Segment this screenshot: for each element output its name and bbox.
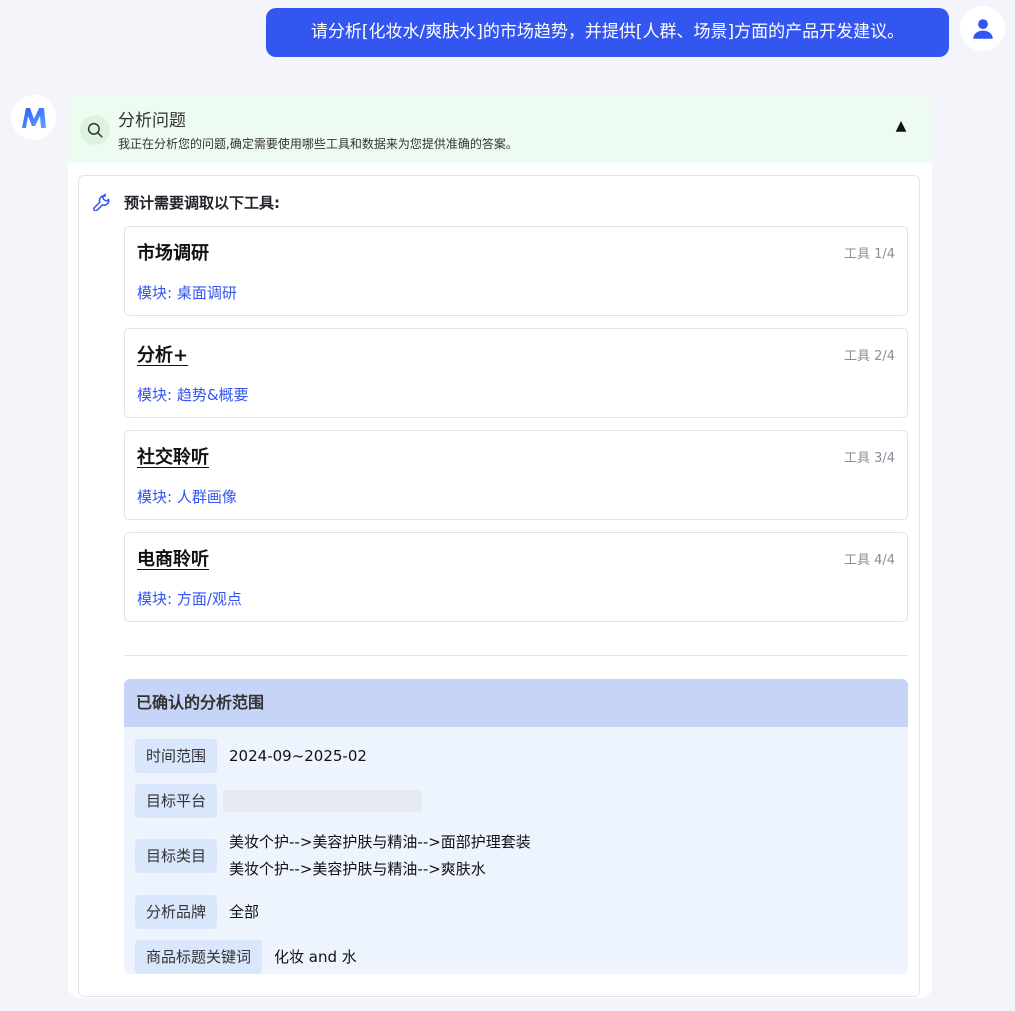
tool-list: 市场调研 工具 1/4 模块: 桌面调研 分析+ 工具 2/4 模块: 趋势&概… bbox=[124, 226, 908, 634]
tool-name[interactable]: 分析+ bbox=[137, 341, 188, 367]
bot-avatar bbox=[11, 95, 56, 140]
tools-heading: 预计需要调取以下工具: bbox=[124, 194, 280, 212]
user-message-bubble: 请分析[化妆水/爽肤水]的市场趋势，并提供[人群、场景]方面的产品开发建议。 bbox=[266, 8, 949, 57]
scope-row-time: 时间范围 2024-09~2025-02 bbox=[135, 739, 367, 773]
analysis-scope: 已确认的分析范围 时间范围 2024-09~2025-02 目标平台 目标类目 … bbox=[124, 679, 908, 974]
category-path: 美妆个护-->美容护肤与精油-->面部护理套装 bbox=[229, 833, 531, 851]
tool-index: 工具 4/4 bbox=[843, 553, 895, 568]
scope-label: 目标平台 bbox=[135, 784, 218, 818]
platform-value-placeholder bbox=[223, 790, 423, 812]
caret-up-icon: ▲ bbox=[895, 118, 907, 134]
scope-label: 时间范围 bbox=[135, 739, 218, 773]
tool-card[interactable]: 电商聆听 工具 4/4 模块: 方面/观点 bbox=[124, 532, 908, 622]
scope-value: 化妆 and 水 bbox=[274, 947, 357, 966]
scope-row-category: 目标类目 美妆个护-->美容护肤与精油-->面部护理套装 美妆个护-->美容护肤… bbox=[135, 829, 531, 883]
user-avatar[interactable] bbox=[960, 6, 1005, 51]
tool-module: 模块: 人群画像 bbox=[137, 488, 237, 506]
divider bbox=[124, 655, 908, 656]
scope-value: 全部 bbox=[229, 902, 260, 921]
scope-label: 目标类目 bbox=[135, 839, 218, 873]
scope-value: 2024-09~2025-02 bbox=[229, 746, 367, 765]
analysis-header: 分析问题 我正在分析您的问题,确定需要使用哪些工具和数据来为您提供准确的答案。 … bbox=[68, 95, 932, 163]
scope-title: 已确认的分析范围 bbox=[124, 679, 908, 727]
scope-row-brand: 分析品牌 全部 bbox=[135, 895, 259, 929]
analysis-card: 分析问题 我正在分析您的问题,确定需要使用哪些工具和数据来为您提供准确的答案。 … bbox=[68, 95, 932, 998]
tool-module: 模块: 方面/观点 bbox=[137, 590, 242, 608]
tool-index: 工具 3/4 bbox=[843, 451, 895, 466]
scope-value-list: 美妆个护-->美容护肤与精油-->面部护理套装 美妆个护-->美容护肤与精油--… bbox=[229, 829, 531, 883]
analysis-title: 分析问题 bbox=[118, 111, 186, 131]
tool-card[interactable]: 社交聆听 工具 3/4 模块: 人群画像 bbox=[124, 430, 908, 520]
scope-label: 商品标题关键词 bbox=[135, 940, 263, 974]
collapse-toggle-button[interactable]: ▲ bbox=[892, 117, 910, 135]
scope-row-platform: 目标平台 bbox=[135, 784, 423, 818]
category-path: 美妆个护-->美容护肤与精油-->爽肤水 bbox=[229, 860, 486, 878]
analysis-description: 我正在分析您的问题,确定需要使用哪些工具和数据来为您提供准确的答案。 bbox=[118, 137, 518, 151]
scope-row-keyword: 商品标题关键词 化妆 and 水 bbox=[135, 940, 357, 974]
tool-name: 市场调研 bbox=[137, 243, 209, 264]
tools-panel: 预计需要调取以下工具: 市场调研 工具 1/4 模块: 桌面调研 分析+ 工具 … bbox=[78, 175, 920, 997]
bot-logo-icon bbox=[21, 107, 46, 128]
user-icon bbox=[972, 18, 993, 39]
scope-label: 分析品牌 bbox=[135, 895, 218, 929]
wrench-icon bbox=[93, 193, 110, 211]
user-message-text: 请分析[化妆水/爽肤水]的市场趋势，并提供[人群、场景]方面的产品开发建议。 bbox=[310, 22, 905, 42]
tool-card[interactable]: 市场调研 工具 1/4 模块: 桌面调研 bbox=[124, 226, 908, 316]
tool-module: 模块: 桌面调研 bbox=[137, 284, 237, 302]
tool-index: 工具 2/4 bbox=[843, 349, 895, 364]
tool-name[interactable]: 电商聆听 bbox=[137, 545, 209, 571]
chat-page: 请分析[化妆水/爽肤水]的市场趋势，并提供[人群、场景]方面的产品开发建议。 分… bbox=[0, 0, 1015, 1011]
tool-card[interactable]: 分析+ 工具 2/4 模块: 趋势&概要 bbox=[124, 328, 908, 418]
tool-name[interactable]: 社交聆听 bbox=[137, 443, 209, 469]
search-icon bbox=[80, 115, 110, 145]
tool-module: 模块: 趋势&概要 bbox=[137, 386, 249, 404]
tool-index: 工具 1/4 bbox=[843, 247, 895, 262]
